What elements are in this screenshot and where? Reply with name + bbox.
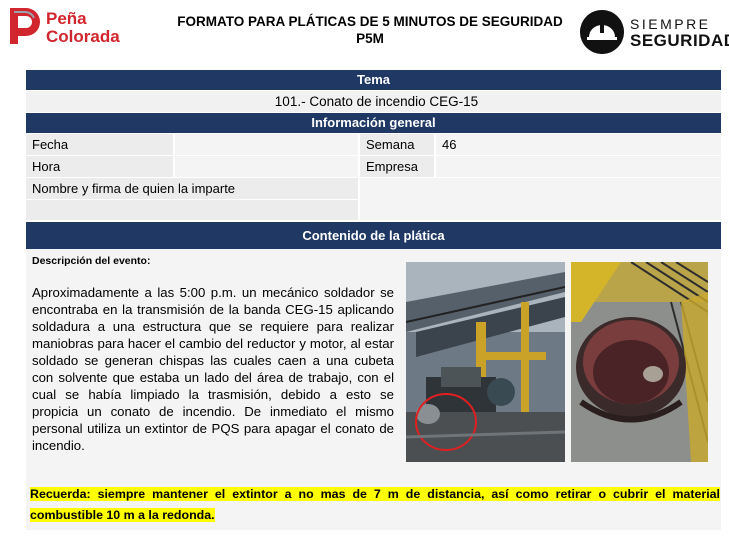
semana-label: Semana [360, 134, 434, 155]
empresa-label: Empresa [360, 156, 434, 177]
logo-word-2: Colorada [46, 27, 120, 46]
tema-heading: Tema [26, 70, 721, 90]
hora-value [175, 156, 358, 177]
logo-seguridad-text: SEGURIDAD [630, 31, 729, 50]
recuerda-highlight: Recuerda: siempre mantener el extintor a… [30, 487, 720, 522]
contenido-heading: Contenido de la plática [26, 222, 721, 249]
solvent-bucket-photo [571, 262, 708, 462]
fecha-label: Fecha [26, 134, 173, 155]
fecha-value [175, 134, 358, 155]
description-text: Aproximadamente a las 5:00 p.m. un mecán… [32, 285, 394, 453]
recuerda-note: Recuerda: siempre mantener el extintor a… [30, 484, 720, 526]
pena-colorada-wordmark: Peña Colorada [46, 10, 120, 46]
logo-word-1: Peña [46, 9, 87, 28]
pena-colorada-p-icon [10, 8, 40, 44]
info-heading: Información general [26, 113, 721, 133]
firma-blank-row [26, 200, 358, 220]
logo-siempre-text: SIEMPRE [630, 16, 711, 32]
tema-value: 101.- Conato de incendio CEG-15 [26, 91, 721, 112]
incident-area-photo [406, 262, 565, 462]
hora-label: Hora [26, 156, 173, 177]
siempre-seguridad-logo: SIEMPRE SEGURIDAD [580, 10, 729, 54]
firma-value [360, 178, 721, 220]
description-label: Descripción del evento: [32, 255, 151, 267]
title-line-1: FORMATO PARA PLÁTICAS DE 5 MINUTOS DE SE… [177, 14, 563, 29]
document-title: FORMATO PARA PLÁTICAS DE 5 MINUTOS DE SE… [170, 13, 570, 47]
title-line-2: P5M [356, 31, 384, 46]
firma-label: Nombre y firma de quien la imparte [26, 178, 358, 199]
hard-hat-icon [580, 10, 624, 54]
semana-value: 46 [436, 134, 721, 155]
empresa-value [436, 156, 721, 177]
pena-colorada-logo: Peña Colorada [6, 6, 136, 50]
